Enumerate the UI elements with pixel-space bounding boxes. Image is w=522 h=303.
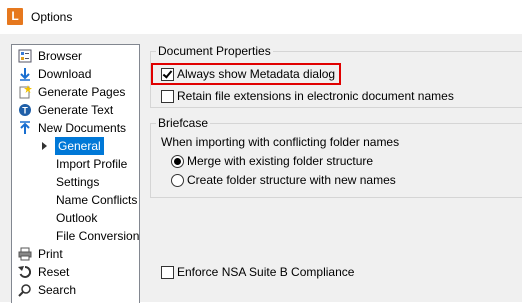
options-tree[interactable]: Browser Download Generate Pages T Genera…: [11, 44, 140, 303]
expand-arrow-icon[interactable]: [42, 142, 47, 150]
tree-item-label: File Conversion: [56, 229, 140, 243]
printer-icon: [18, 247, 32, 261]
retain-extensions-checkbox[interactable]: [161, 90, 174, 103]
tree-item-label: General: [55, 137, 104, 155]
svg-text:T: T: [22, 106, 28, 116]
tree-item-label: Download: [38, 67, 92, 81]
generate-text-icon: T: [19, 104, 31, 116]
tree-item-label: Reset: [38, 265, 70, 279]
tree-item-label: Browser: [38, 49, 83, 63]
upload-arrow-icon: [20, 121, 30, 134]
merge-folder-label[interactable]: Merge with existing folder structure: [187, 154, 373, 168]
nsa-compliance-label[interactable]: Enforce NSA Suite B Compliance: [177, 265, 354, 279]
group-border: [150, 197, 522, 198]
retain-extensions-label[interactable]: Retain file extensions in electronic doc…: [177, 89, 454, 103]
download-arrow-icon: [20, 68, 30, 81]
tree-item-label: Settings: [56, 175, 100, 189]
generate-pages-icon: [19, 85, 32, 99]
browser-icon: [18, 49, 32, 63]
tree-item-label: Print: [38, 247, 63, 261]
merge-folder-radio[interactable]: [171, 155, 184, 168]
document-properties-title: Document Properties: [156, 44, 273, 58]
reset-icon: [18, 265, 32, 278]
nsa-compliance-checkbox[interactable]: [161, 266, 174, 279]
tree-item-general[interactable]: General: [12, 137, 132, 155]
create-folder-radio[interactable]: [171, 174, 184, 187]
tree-item-label: Generate Pages: [38, 85, 126, 99]
app-logo-icon: L: [7, 8, 23, 25]
tree-item-label: New Documents: [38, 121, 127, 135]
briefcase-title: Briefcase: [156, 116, 211, 130]
conflict-prompt-text: When importing with conflicting folder n…: [161, 135, 400, 149]
group-border: [150, 107, 522, 108]
group-border: [150, 123, 151, 197]
tree-item-label: Search: [38, 283, 77, 297]
create-folder-label[interactable]: Create folder structure with new names: [187, 173, 396, 187]
search-icon: [18, 284, 31, 297]
tree-item-label: Outlook: [56, 211, 98, 225]
tree-item-label: Name Conflicts: [56, 193, 138, 207]
tree-item-label: Generate Text: [38, 103, 114, 117]
window-title: Options: [31, 10, 73, 24]
tree-item-label: Import Profile: [56, 157, 128, 171]
highlight-annotation: [151, 63, 341, 85]
title-bar: L Options: [0, 0, 522, 34]
